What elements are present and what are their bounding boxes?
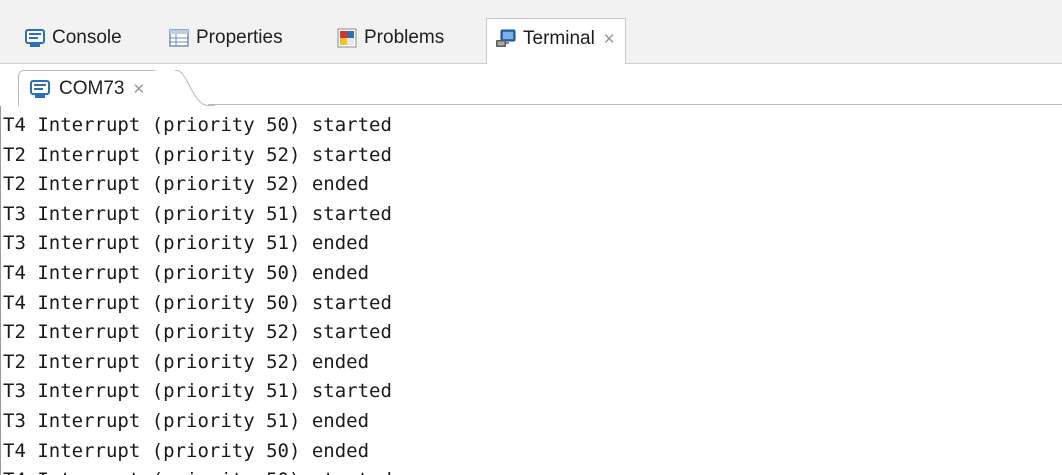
output-line: T2 Interrupt (priority 52) started bbox=[3, 321, 392, 344]
close-icon[interactable]: ✕ bbox=[603, 30, 616, 48]
tab-edge-decoration bbox=[175, 70, 215, 106]
tab-properties-label: Properties bbox=[196, 27, 283, 48]
tab-terminal[interactable]: Terminal ✕ bbox=[486, 18, 627, 64]
close-icon[interactable]: ✕ bbox=[132, 80, 145, 98]
output-line: T2 Interrupt (priority 52) ended bbox=[3, 350, 370, 373]
output-line: T3 Interrupt (priority 51) started bbox=[3, 202, 392, 225]
output-line: T2 Interrupt (priority 52) ended bbox=[3, 173, 370, 196]
tab-problems[interactable]: Problems bbox=[336, 18, 444, 58]
tab-terminal-label: Terminal bbox=[523, 27, 595, 49]
console-icon bbox=[24, 27, 46, 49]
terminal-subtab-bar: COM73 ✕ bbox=[0, 64, 1062, 106]
view-tab-bar: Console Properties Problems Terminal ✕ bbox=[0, 0, 1062, 64]
tab-console[interactable]: Console bbox=[24, 18, 122, 58]
terminal-tab-com73[interactable]: COM73 ✕ bbox=[18, 70, 156, 106]
terminal-tab-label: COM73 bbox=[59, 77, 125, 99]
output-line: T4 Interrupt (priority 50) ended bbox=[3, 439, 370, 462]
tab-console-label: Console bbox=[52, 27, 122, 48]
terminal-output[interactable]: T4 Interrupt (priority 50) started T2 In… bbox=[0, 106, 1062, 475]
problems-icon bbox=[336, 27, 358, 49]
output-line: T2 Interrupt (priority 52) started bbox=[3, 143, 392, 166]
output-line: T3 Interrupt (priority 51) ended bbox=[3, 409, 370, 432]
monitor-icon bbox=[29, 78, 51, 100]
output-line: T4 Interrupt (priority 50) started bbox=[3, 291, 392, 314]
tab-divider bbox=[208, 104, 1062, 105]
output-line: T3 Interrupt (priority 51) started bbox=[3, 380, 392, 403]
tab-problems-label: Problems bbox=[364, 27, 445, 48]
output-line: T4 Interrupt (priority 50) started bbox=[1, 466, 1062, 475]
output-line: T4 Interrupt (priority 50) started bbox=[3, 114, 392, 136]
output-line: T4 Interrupt (priority 50) ended bbox=[3, 261, 370, 284]
output-line: T3 Interrupt (priority 51) ended bbox=[3, 232, 370, 255]
properties-icon bbox=[168, 27, 190, 49]
tab-properties[interactable]: Properties bbox=[168, 18, 283, 58]
terminal-icon bbox=[495, 28, 517, 50]
